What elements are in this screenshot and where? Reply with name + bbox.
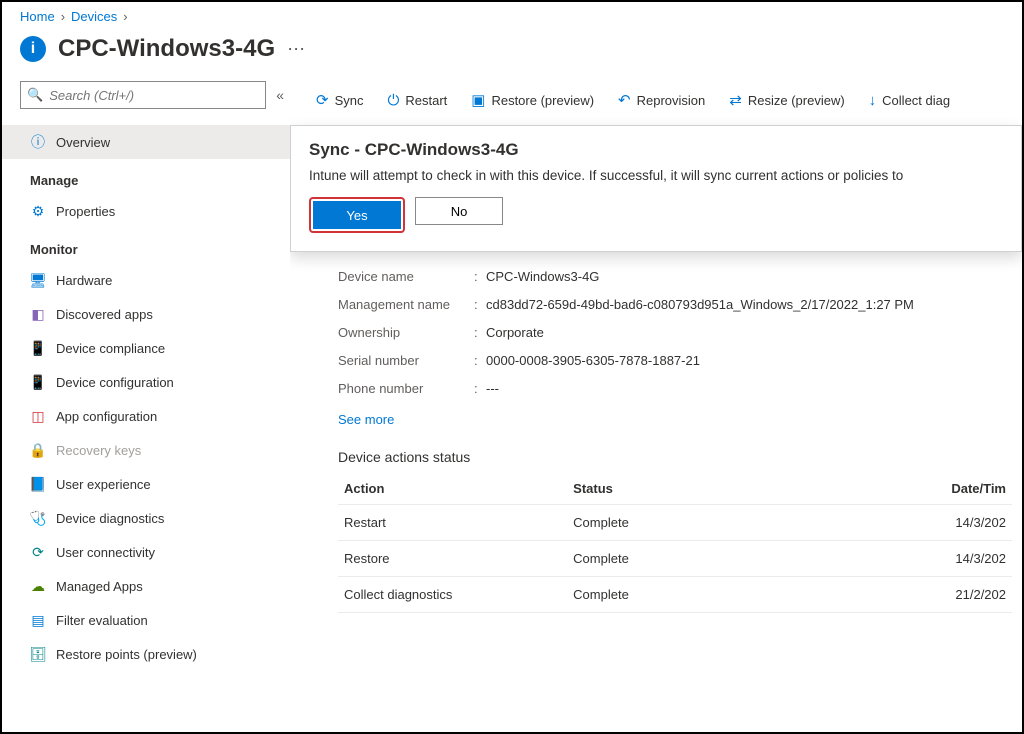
sidebar-item-label: Discovered apps bbox=[56, 307, 153, 322]
sync-button[interactable]: ⟳Sync bbox=[316, 91, 363, 109]
sync-confirm-dialog: Sync - CPC-Windows3-4G Intune will attem… bbox=[290, 125, 1022, 252]
sidebar-item-user-connectivity[interactable]: ⟳ User connectivity bbox=[2, 535, 290, 569]
value-mgmt-name: cd83dd72-659d-49bd-bad6-c080793d951a_Win… bbox=[486, 297, 914, 312]
page-title: CPC-Windows3-4G bbox=[58, 35, 275, 63]
sidebar-item-label: User connectivity bbox=[56, 545, 155, 560]
sidebar-item-discovered-apps[interactable]: ◧ Discovered apps bbox=[2, 297, 290, 331]
power-icon: ⏻ bbox=[387, 92, 399, 109]
device-actions-heading: Device actions status bbox=[338, 449, 1012, 465]
download-icon: ↓ bbox=[869, 92, 877, 109]
app-config-icon: ◫ bbox=[30, 408, 46, 424]
dialog-body: Intune will attempt to check in with thi… bbox=[309, 168, 1003, 183]
col-date[interactable]: Date/Tim bbox=[837, 473, 1012, 505]
sidebar-item-label: Hardware bbox=[56, 273, 112, 288]
sidebar-item-label: Device configuration bbox=[56, 375, 174, 390]
sidebar-item-label: Recovery keys bbox=[56, 443, 141, 458]
sidebar-item-label: Device compliance bbox=[56, 341, 165, 356]
sync-icon: ⟳ bbox=[316, 91, 329, 109]
sidebar: 🔍 « ⓘ Overview Manage ⚙ Properties Monit… bbox=[2, 81, 290, 727]
value-device-name: CPC-Windows3-4G bbox=[486, 269, 599, 284]
sidebar-item-label: User experience bbox=[56, 477, 151, 492]
lock-icon: 🔒 bbox=[30, 442, 46, 458]
sidebar-item-user-experience[interactable]: 📘 User experience bbox=[2, 467, 290, 501]
resize-button[interactable]: ⇄Resize (preview) bbox=[729, 91, 844, 109]
value-serial: 0000-0008-3905-6305-7878-1887-21 bbox=[486, 353, 700, 368]
dialog-title: Sync - CPC-Windows3-4G bbox=[309, 140, 1003, 160]
label-phone: Phone number bbox=[338, 381, 474, 396]
value-ownership: Corporate bbox=[486, 325, 544, 340]
command-bar: ⟳Sync ⏻Restart ▣Restore (preview) ↶Repro… bbox=[316, 81, 1022, 119]
yes-button[interactable]: Yes bbox=[313, 201, 401, 229]
filter-icon: ▤ bbox=[30, 612, 46, 628]
more-menu[interactable]: ⋯ bbox=[287, 39, 307, 60]
label-ownership: Ownership bbox=[338, 325, 474, 340]
col-status[interactable]: Status bbox=[567, 473, 837, 505]
managed-apps-icon: ☁ bbox=[30, 578, 46, 594]
page-title-row: i CPC-Windows3-4G ⋯ bbox=[2, 27, 1022, 81]
sidebar-item-label: Filter evaluation bbox=[56, 613, 148, 628]
breadcrumb: Home › Devices › bbox=[2, 2, 1022, 27]
label-device-name: Device name bbox=[338, 269, 474, 284]
sidebar-item-label: Overview bbox=[56, 135, 110, 150]
no-button[interactable]: No bbox=[415, 197, 503, 225]
compliance-icon: 📱 bbox=[30, 340, 46, 356]
sidebar-item-app-configuration[interactable]: ◫ App configuration bbox=[2, 399, 290, 433]
breadcrumb-home[interactable]: Home bbox=[20, 9, 55, 24]
sidebar-item-restore-points[interactable]: 🗄 Restore points (preview) bbox=[2, 637, 290, 671]
restart-button[interactable]: ⏻Restart bbox=[387, 92, 447, 109]
yes-highlight-frame: Yes bbox=[309, 197, 405, 233]
sidebar-item-device-configuration[interactable]: 📱 Device configuration bbox=[2, 365, 290, 399]
search-icon: 🔍 bbox=[27, 87, 43, 103]
see-more-link[interactable]: See more bbox=[338, 412, 394, 427]
col-action[interactable]: Action bbox=[338, 473, 567, 505]
sidebar-item-label: Restore points (preview) bbox=[56, 647, 197, 662]
sidebar-item-overview[interactable]: ⓘ Overview bbox=[2, 125, 290, 159]
device-actions-table: Action Status Date/Tim Restart Complete … bbox=[338, 473, 1012, 613]
restore-button[interactable]: ▣Restore (preview) bbox=[471, 91, 594, 109]
sidebar-section-monitor: Monitor bbox=[20, 242, 290, 257]
sliders-icon: ⚙ bbox=[30, 203, 46, 219]
table-row: Collect diagnostics Complete 21/2/202 bbox=[338, 577, 1012, 613]
sidebar-item-hardware[interactable]: 🖥 Hardware bbox=[2, 263, 290, 297]
sidebar-item-label: App configuration bbox=[56, 409, 157, 424]
resize-icon: ⇄ bbox=[729, 91, 742, 109]
sidebar-item-label: Managed Apps bbox=[56, 579, 143, 594]
table-row: Restore Complete 14/3/202 bbox=[338, 541, 1012, 577]
connectivity-icon: ⟳ bbox=[30, 544, 46, 560]
restore-icon: ▣ bbox=[471, 91, 485, 109]
info-icon: ⓘ bbox=[30, 134, 46, 150]
reprovision-button[interactable]: ↶Reprovision bbox=[618, 91, 705, 109]
sidebar-item-filter-evaluation[interactable]: ▤ Filter evaluation bbox=[2, 603, 290, 637]
sidebar-item-device-diagnostics[interactable]: 🩺 Device diagnostics bbox=[2, 501, 290, 535]
collapse-sidebar-icon[interactable]: « bbox=[276, 87, 280, 103]
info-icon: i bbox=[20, 36, 46, 62]
value-phone: --- bbox=[486, 381, 499, 396]
device-config-icon: 📱 bbox=[30, 374, 46, 390]
chevron-right-icon: › bbox=[61, 9, 65, 24]
label-serial: Serial number bbox=[338, 353, 474, 368]
sidebar-section-manage: Manage bbox=[20, 173, 290, 188]
sidebar-item-recovery-keys: 🔒 Recovery keys bbox=[2, 433, 290, 467]
restore-points-icon: 🗄 bbox=[30, 646, 46, 662]
label-mgmt-name: Management name bbox=[338, 297, 474, 312]
hardware-icon: 🖥 bbox=[30, 272, 46, 288]
book-icon: 📘 bbox=[30, 476, 46, 492]
breadcrumb-devices[interactable]: Devices bbox=[71, 9, 117, 24]
main-content: ⟳Sync ⏻Restart ▣Restore (preview) ↶Repro… bbox=[290, 81, 1022, 727]
sidebar-item-managed-apps[interactable]: ☁ Managed Apps bbox=[2, 569, 290, 603]
device-details: Device name:CPC-Windows3-4G Management n… bbox=[316, 252, 1022, 613]
search-input[interactable] bbox=[49, 88, 259, 103]
apps-icon: ◧ bbox=[30, 306, 46, 322]
search-input-wrap[interactable]: 🔍 bbox=[20, 81, 266, 109]
sidebar-item-device-compliance[interactable]: 📱 Device compliance bbox=[2, 331, 290, 365]
diagnostics-icon: 🩺 bbox=[30, 510, 46, 526]
collect-diag-button[interactable]: ↓Collect diag bbox=[869, 92, 950, 109]
sidebar-item-label: Device diagnostics bbox=[56, 511, 164, 526]
sidebar-item-label: Properties bbox=[56, 204, 115, 219]
table-row: Restart Complete 14/3/202 bbox=[338, 505, 1012, 541]
chevron-right-icon: › bbox=[123, 9, 127, 24]
reprovision-icon: ↶ bbox=[618, 91, 631, 109]
sidebar-item-properties[interactable]: ⚙ Properties bbox=[2, 194, 290, 228]
